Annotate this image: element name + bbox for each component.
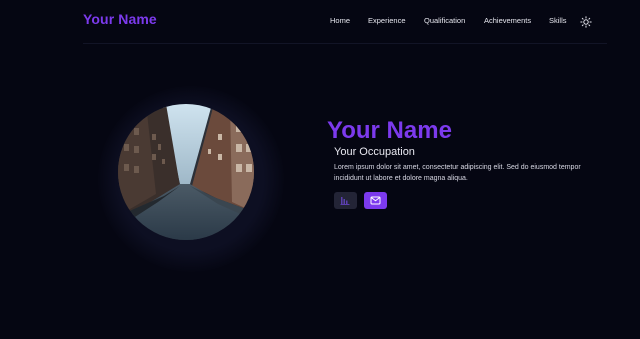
nav-item-experience[interactable]: Experience	[368, 16, 406, 25]
hero-profile-image	[118, 104, 254, 240]
mail-icon	[370, 196, 381, 205]
nav-item-qualification[interactable]: Qualification	[424, 16, 465, 25]
theme-toggle-button[interactable]	[580, 15, 592, 28]
hero-occupation: Your Occupation	[334, 146, 415, 158]
nav-item-home[interactable]: Home	[330, 16, 350, 25]
bar-chart-icon	[340, 197, 350, 205]
site-header: Your Name Home Experience Qualification …	[0, 0, 640, 44]
nav-item-skills[interactable]: Skills	[549, 16, 567, 25]
nav-item-achievements[interactable]: Achievements	[484, 16, 531, 25]
contact-mail-button[interactable]	[364, 192, 387, 209]
hero-name: Your Name	[327, 117, 452, 144]
hero-bio: Lorem ipsum dolor sit amet, consectetur …	[334, 164, 581, 182]
header-divider	[83, 43, 607, 44]
stats-button[interactable]	[334, 192, 357, 209]
main-nav: Home Experience Qualification Achievemen…	[0, 16, 640, 30]
sun-icon	[580, 16, 592, 28]
